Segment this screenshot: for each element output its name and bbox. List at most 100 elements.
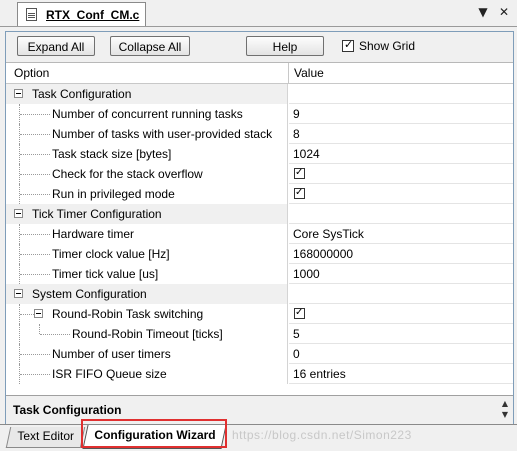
tree-line [20, 154, 50, 155]
option-value-cell[interactable]: ✓ [289, 184, 513, 204]
option-name-cell[interactable]: Timer tick value [us] [6, 264, 288, 284]
column-header-value[interactable]: Value [294, 66, 324, 80]
option-label: System Configuration [32, 287, 147, 301]
option-name-cell[interactable]: Round-Robin Task switching [6, 304, 288, 324]
group-row[interactable]: System Configuration [6, 284, 513, 304]
document-tab[interactable]: RTX_Conf_CM.c [17, 2, 146, 26]
value-checkbox[interactable]: ✓ [294, 307, 305, 319]
option-label: Number of tasks with user-provided stack [52, 127, 273, 141]
option-name-cell[interactable]: Number of tasks with user-provided stack [6, 124, 288, 144]
option-label: Number of user timers [52, 347, 171, 361]
close-icon[interactable]: ✕ [497, 5, 511, 19]
option-value: 8 [293, 127, 300, 141]
option-row[interactable]: Timer clock value [Hz] 168000000 [6, 244, 513, 264]
option-label: Number of concurrent running tasks [52, 107, 243, 121]
option-name-cell[interactable]: Task stack size [bytes] [6, 144, 288, 164]
value-checkbox[interactable]: ✓ [294, 167, 305, 179]
option-name-cell[interactable]: System Configuration [6, 284, 288, 304]
checkmark-icon: ✓ [344, 38, 354, 51]
tree-line [20, 174, 50, 175]
scroll-up-icon[interactable]: ▲ [499, 398, 511, 409]
document-tab-bar: RTX_Conf_CM.c ▼ ✕ [0, 0, 517, 27]
collapse-icon[interactable] [14, 289, 23, 298]
option-name-cell[interactable]: Number of user timers [6, 344, 288, 364]
option-row[interactable]: Round-Robin Task switching ✓ [6, 304, 513, 324]
option-value-cell[interactable]: 0 [289, 344, 513, 364]
option-value-cell[interactable]: ✓ [289, 164, 513, 184]
option-name-cell[interactable]: Round-Robin Timeout [ticks] [6, 324, 288, 344]
column-separator[interactable] [288, 63, 289, 83]
option-value-cell[interactable]: 168000000 [289, 244, 513, 264]
tree-line [20, 134, 50, 135]
option-value-cell[interactable]: 1024 [289, 144, 513, 164]
document-tab-label: RTX_Conf_CM.c [46, 7, 140, 22]
collapse-icon[interactable] [34, 309, 43, 318]
option-row[interactable]: Number of tasks with user-provided stack… [6, 124, 513, 144]
toolbar: Expand All Collapse All Help ✓ Show Grid [6, 32, 513, 63]
option-name-cell[interactable]: Task Configuration [6, 84, 288, 104]
tree-line [39, 324, 40, 334]
option-label: Tick Timer Configuration [32, 207, 162, 221]
option-value-cell[interactable]: 9 [289, 104, 513, 124]
wizard-panel: Expand All Collapse All Help ✓ Show Grid… [5, 31, 514, 425]
option-label: Hardware timer [52, 227, 135, 241]
option-value-cell[interactable]: 8 [289, 124, 513, 144]
option-row[interactable]: ISR FIFO Queue size 16 entries [6, 364, 513, 384]
option-value-cell[interactable]: 5 [289, 324, 513, 344]
help-button[interactable]: Help [246, 36, 324, 56]
description-scrollbar[interactable]: ▲ ▼ [499, 398, 511, 422]
show-grid-label: Show Grid [359, 39, 416, 53]
option-name-cell[interactable]: Run in privileged mode [6, 184, 288, 204]
option-value-cell[interactable]: 1000 [289, 264, 513, 284]
option-value-cell[interactable]: ✓ [289, 304, 513, 324]
option-row[interactable]: Number of user timers 0 [6, 344, 513, 364]
value-checkbox[interactable]: ✓ [294, 187, 305, 199]
expand-all-button[interactable]: Expand All [17, 36, 95, 56]
option-value-cell [289, 284, 513, 304]
option-value-cell[interactable]: 16 entries [289, 364, 513, 384]
scroll-down-icon[interactable]: ▼ [499, 409, 511, 420]
grid-header: Option Value [6, 63, 513, 84]
collapse-icon[interactable] [14, 89, 23, 98]
checkmark-icon: ✓ [295, 307, 304, 318]
option-name-cell[interactable]: Tick Timer Configuration [6, 204, 288, 224]
option-label: Round-Robin Timeout [ticks] [72, 327, 223, 341]
highlight-box [81, 419, 227, 448]
configuration-wizard-window: RTX_Conf_CM.c ▼ ✕ Expand All Collapse Al… [0, 0, 517, 451]
group-row[interactable]: Tick Timer Configuration [6, 204, 513, 224]
tree-line [40, 334, 70, 335]
tab-text-editor[interactable]: Text Editor [5, 427, 85, 448]
option-value: 16 entries [293, 367, 346, 381]
option-row[interactable]: Check for the stack overflow ✓ [6, 164, 513, 184]
option-row[interactable]: Task stack size [bytes] 1024 [6, 144, 513, 164]
option-value: 5 [293, 327, 300, 341]
group-row[interactable]: Task Configuration [6, 84, 513, 104]
option-label: Round-Robin Task switching [52, 307, 204, 321]
tree-line [20, 234, 50, 235]
collapse-all-button[interactable]: Collapse All [110, 36, 190, 56]
option-value: 0 [293, 347, 300, 361]
option-row[interactable]: Timer tick value [us] 1000 [6, 264, 513, 284]
option-row[interactable]: Run in privileged mode ✓ [6, 184, 513, 204]
option-label: Task stack size [bytes] [52, 147, 172, 161]
show-grid-checkbox[interactable]: ✓ [342, 38, 354, 52]
column-header-option[interactable]: Option [14, 66, 49, 80]
option-row[interactable]: Number of concurrent running tasks 9 [6, 104, 513, 124]
description-title: Task Configuration [13, 403, 122, 417]
tree-line [19, 324, 20, 344]
option-row[interactable]: Hardware timer Core SysTick [6, 224, 513, 244]
option-name-cell[interactable]: ISR FIFO Queue size [6, 364, 288, 384]
option-name-cell[interactable]: Timer clock value [Hz] [6, 244, 288, 264]
option-name-cell[interactable]: Number of concurrent running tasks [6, 104, 288, 124]
option-name-cell[interactable]: Check for the stack overflow [6, 164, 288, 184]
tree-line [20, 314, 34, 315]
option-label: Run in privileged mode [52, 187, 175, 201]
option-row[interactable]: Round-Robin Timeout [ticks] 5 [6, 324, 513, 344]
grid-rows: Task Configuration Number of concurrent r… [6, 84, 513, 384]
option-value-cell[interactable]: Core SysTick [289, 224, 513, 244]
tree-line [20, 114, 50, 115]
tab-text-editor-label: Text Editor [17, 429, 75, 443]
dropdown-icon[interactable]: ▼ [476, 5, 490, 19]
collapse-icon[interactable] [14, 209, 23, 218]
option-name-cell[interactable]: Hardware timer [6, 224, 288, 244]
